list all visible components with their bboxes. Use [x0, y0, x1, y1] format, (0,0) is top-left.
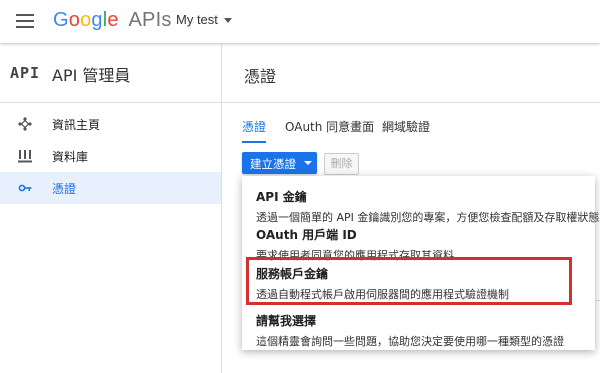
- menu-item-help-me-choose[interactable]: 請幫我選擇 這個精靈會詢問一些問題，協助您決定要使用哪一種類型的憑證: [256, 312, 564, 349]
- sidebar-item-label: 資料庫: [52, 150, 89, 164]
- logo-apis: APIs: [128, 9, 172, 31]
- sidebar-item-credentials[interactable]: 憑證: [0, 172, 221, 204]
- menu-item-api-key[interactable]: API 金鑰 透過一個簡單的 API 金鑰識別您的專案，方便您檢查配額及存取權狀…: [256, 188, 599, 225]
- sidebar-item-label: 憑證: [52, 182, 77, 196]
- key-icon: [18, 184, 32, 192]
- sidebar-item-library[interactable]: 資料庫: [0, 140, 221, 172]
- sidebar-item-label: 資訊主頁: [52, 118, 101, 132]
- menu-item-desc: 透過一個簡單的 API 金鑰識別您的專案，方便您檢查配額及存取權狀態: [256, 211, 600, 224]
- tab-credentials[interactable]: 憑證: [242, 118, 267, 143]
- highlight-box: [246, 257, 572, 305]
- chevron-down-icon: [223, 18, 232, 24]
- sidebar-title: API 管理員: [52, 66, 131, 85]
- create-credentials-button[interactable]: 建立憑證: [242, 152, 317, 174]
- main-header: 憑證: [222, 43, 600, 103]
- menu-item-desc: 這個精靈會詢問一些問題，協助您決定要使用哪一種類型的憑證: [256, 335, 564, 348]
- menu-item-title: 請幫我選擇: [256, 314, 317, 328]
- dashboard-diamond-icon: [18, 117, 32, 131]
- google-apis-logo[interactable]: Google APIs: [53, 9, 172, 32]
- menu-icon[interactable]: [16, 14, 34, 28]
- top-bar: Google APIs My test: [0, 0, 600, 43]
- menu-item-title: API 金鑰: [256, 190, 307, 204]
- tab-oauth-consent[interactable]: OAuth 同意畫面: [285, 118, 374, 141]
- create-credentials-label: 建立憑證: [250, 157, 296, 171]
- delete-button[interactable]: 刪除: [324, 153, 359, 175]
- page-title: 憑證: [244, 67, 277, 86]
- tab-domain-verification[interactable]: 網域驗證: [382, 118, 430, 141]
- sidebar-header: API API 管理員: [0, 43, 221, 103]
- sidebar: API API 管理員 資訊主頁 資料庫 憑證: [0, 43, 222, 373]
- project-name: My test: [176, 12, 218, 27]
- project-selector[interactable]: My test: [176, 12, 232, 27]
- chevron-down-icon: [304, 161, 312, 165]
- sidebar-item-dashboard[interactable]: 資訊主頁: [0, 108, 221, 140]
- library-icon: [18, 150, 32, 163]
- api-logo-icon: API: [10, 64, 41, 82]
- logo-google: Google: [53, 9, 119, 31]
- main-content: 憑證 憑證 OAuth 同意畫面 網域驗證 建立憑證 刪除 API 金鑰 透過一…: [222, 43, 600, 373]
- menu-item-title: OAuth 用戶端 ID: [256, 228, 357, 242]
